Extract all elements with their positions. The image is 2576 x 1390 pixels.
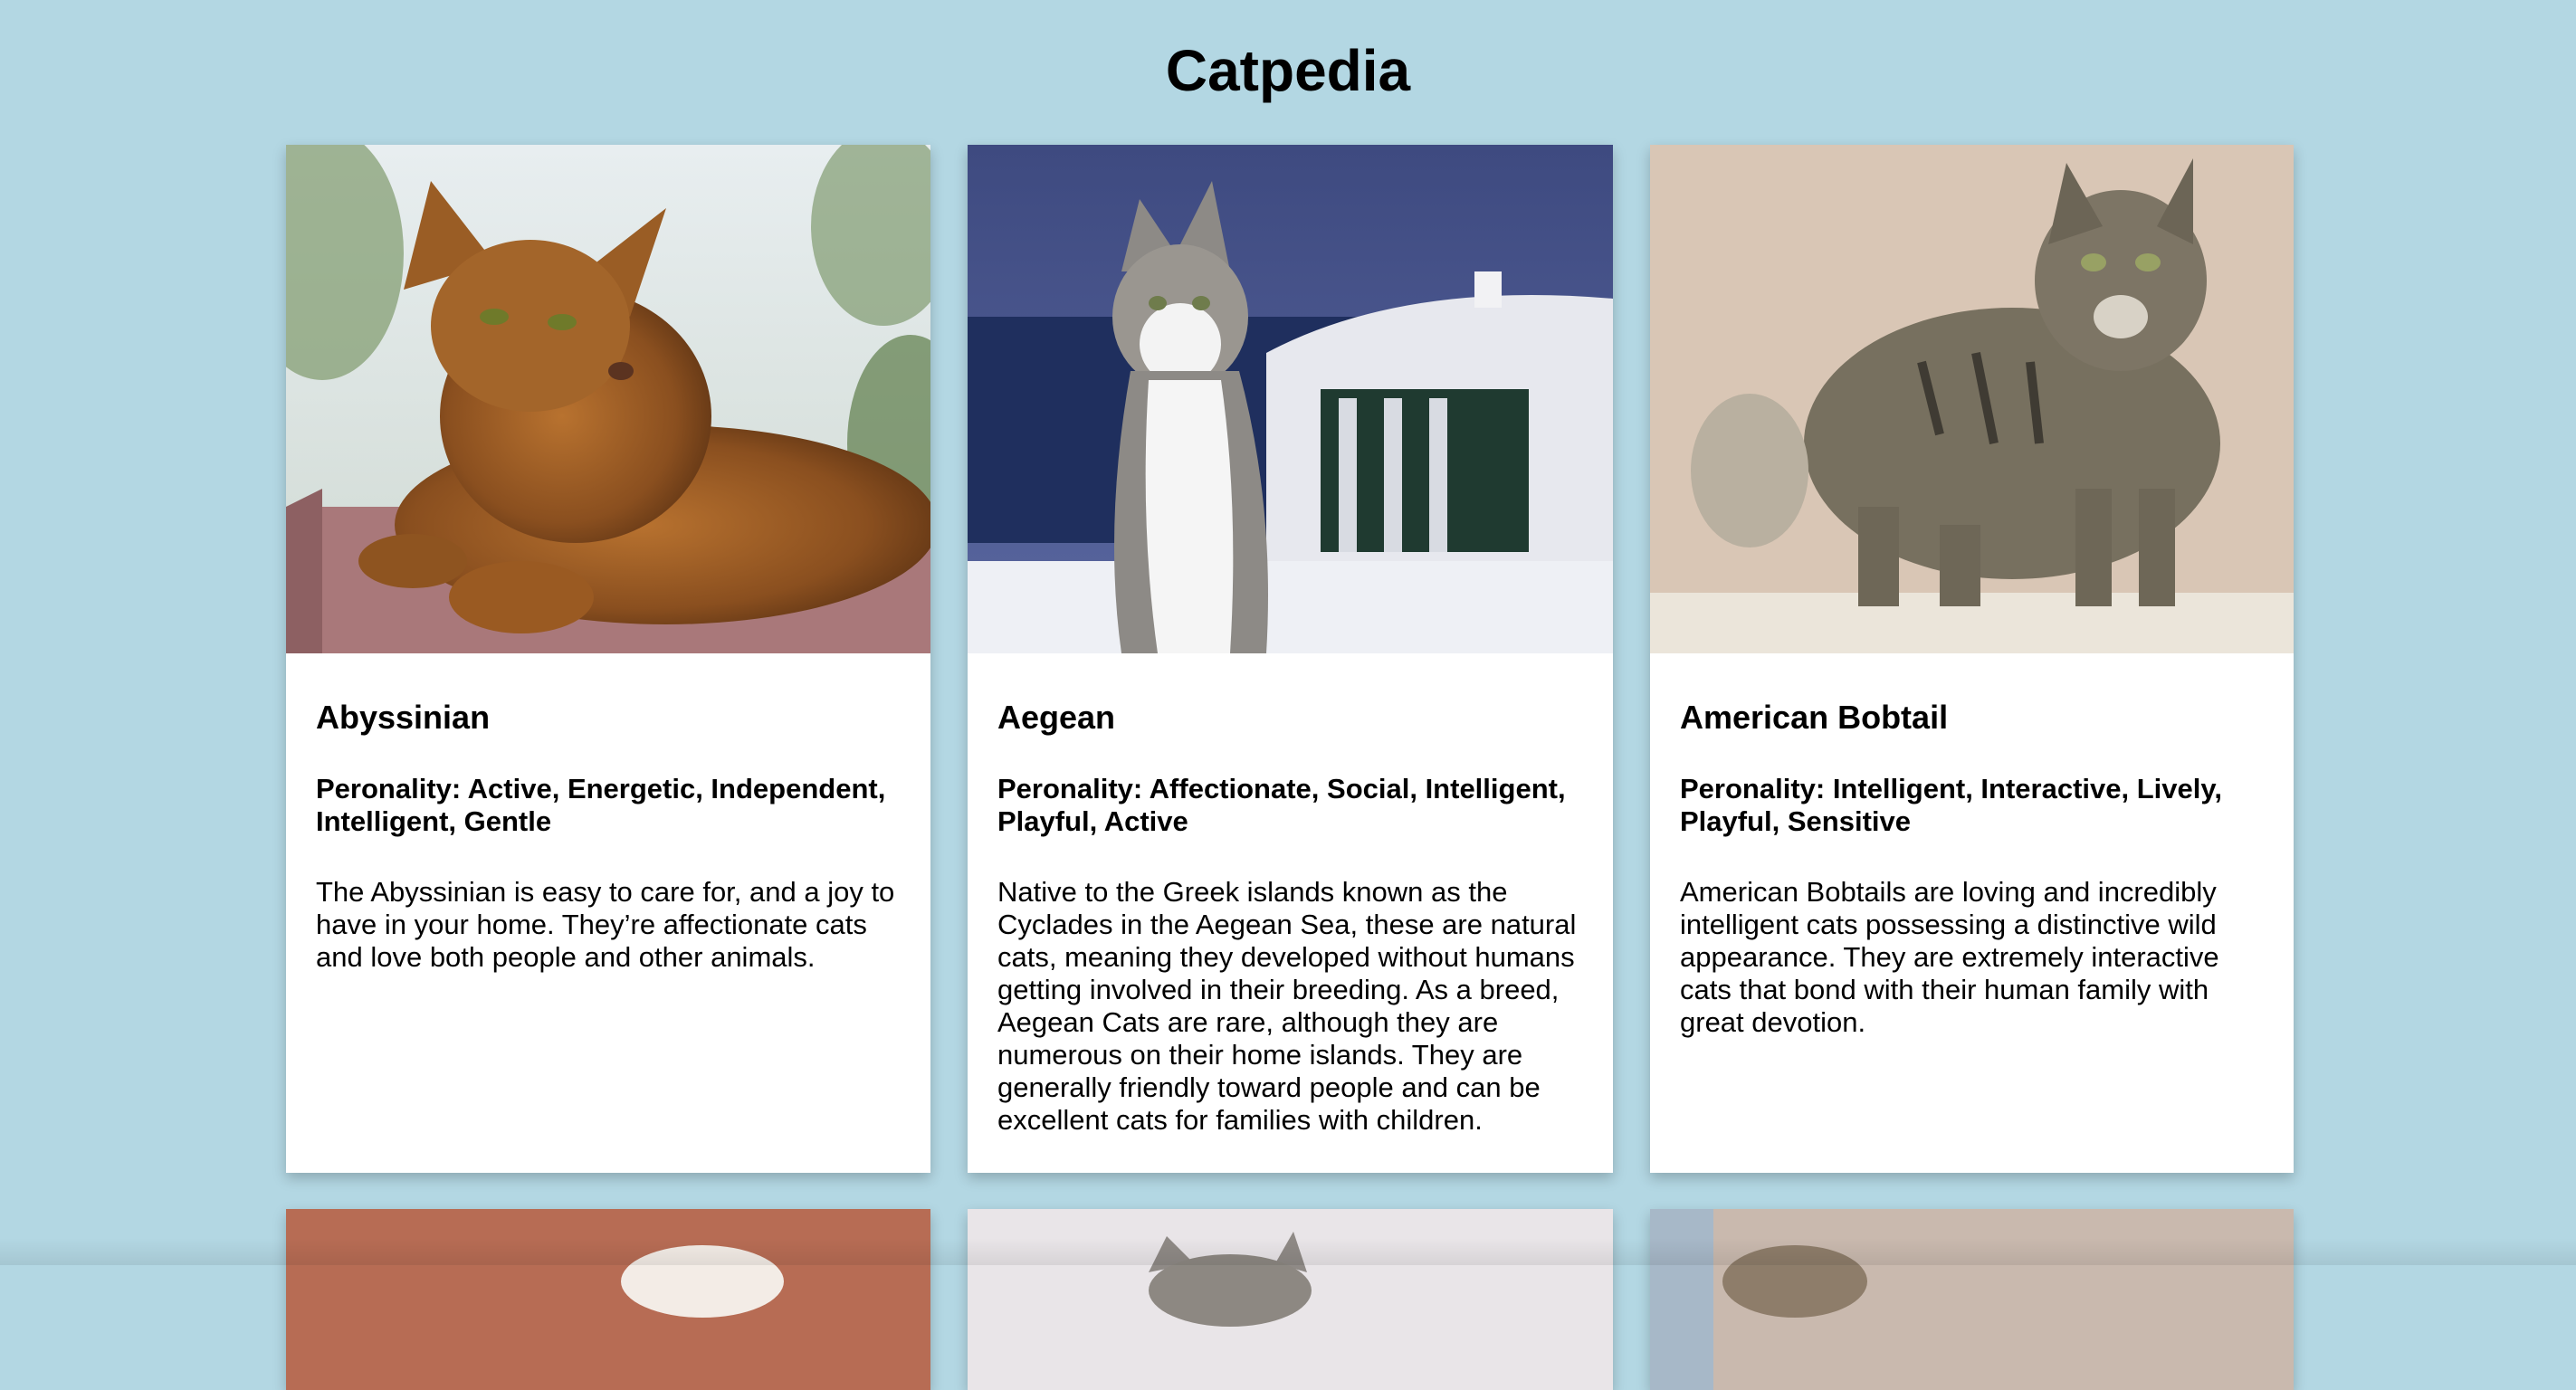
page-title: Catpedia <box>1165 38 1411 103</box>
breed-personality: Peronality: Affectionate, Social, Intell… <box>997 773 1566 837</box>
breed-description: Native to the Greek islands known as the… <box>997 876 1577 1136</box>
cat-photo <box>968 1209 1613 1390</box>
breed-personality: Peronality: Intelligent, Interactive, Li… <box>1680 773 2222 837</box>
breed-name: American Bobtail <box>1680 699 1949 736</box>
breed-card <box>286 1209 930 1390</box>
aegean-cat-photo <box>968 145 1613 653</box>
bottom-shadow <box>0 1238 2576 1265</box>
cat-photo <box>286 1209 930 1390</box>
abyssinian-cat-photo <box>286 145 930 653</box>
cat-photo <box>1650 1209 2294 1390</box>
card-body: Abyssinian Peronality: Active, Energetic… <box>316 699 903 974</box>
breed-description: American Bobtails are loving and incredi… <box>1680 876 2219 1038</box>
card-body: Aegean Peronality: Affectionate, Social,… <box>997 699 1586 1137</box>
breed-card-aegean: Aegean Peronality: Affectionate, Social,… <box>968 145 1613 1173</box>
breed-name: Abyssinian <box>316 699 491 736</box>
breed-description: The Abyssinian is easy to care for, and … <box>316 876 895 973</box>
breed-card <box>1650 1209 2294 1390</box>
breed-card-american-bobtail: American Bobtail Peronality: Intelligent… <box>1650 145 2294 1173</box>
breed-card-abyssinian: Abyssinian Peronality: Active, Energetic… <box>286 145 930 1173</box>
breed-name: Aegean <box>997 699 1116 736</box>
american-bobtail-cat-photo <box>1650 145 2294 653</box>
card-body: American Bobtail Peronality: Intelligent… <box>1680 699 2266 1039</box>
breed-card <box>968 1209 1613 1390</box>
breed-personality: Peronality: Active, Energetic, Independe… <box>316 773 886 837</box>
